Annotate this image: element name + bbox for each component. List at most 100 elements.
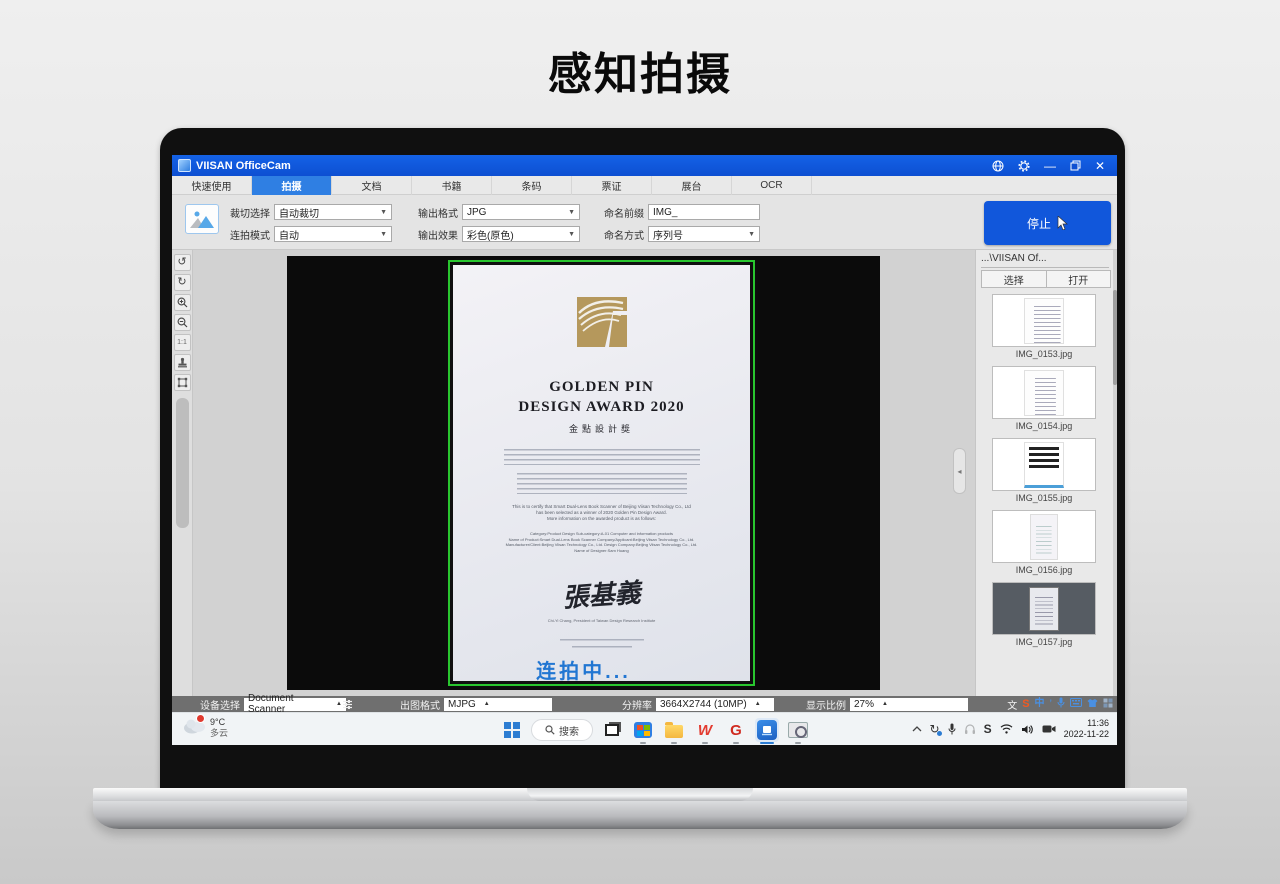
wps-icon[interactable]: W [693,718,717,742]
rotate-left-icon[interactable]: ↺ [174,254,191,271]
display-scale-dropdown[interactable]: 27%▲ [850,698,968,711]
stamp-icon[interactable] [174,354,191,371]
certificate-body-text: This is to certify that Smart Dual-Lens … [453,504,750,522]
tab-book[interactable]: 书籍 [412,176,492,195]
task-view-button[interactable] [600,718,624,742]
page-title: 感知拍摄 [0,38,1280,102]
thumbnail-image [1024,298,1064,344]
camera-app-icon[interactable] [786,718,810,742]
tab-bar: 快速使用 拍摄 文档 书籍 条码 票证 展台 OCR [172,176,1117,195]
resolution-label: 分辨率 [622,697,652,712]
sogou-ime-icon[interactable]: S [1022,699,1029,710]
thumbnail-scrollbar[interactable] [1113,250,1117,696]
officecam-app-icon[interactable] [755,718,779,742]
naming-mode-label: 命名方式 [604,227,644,242]
volume-icon[interactable] [1021,724,1034,735]
crop-select-icon[interactable] [174,374,191,391]
tray-chevron-up-icon[interactable] [912,726,922,732]
thumbnail-item[interactable]: IMG_0154.jpg [976,366,1112,431]
device-select-dropdown[interactable]: Document Scanner▲ [244,698,346,711]
file-side-panel: ...\VIISAN Of... 选择 打开 IMG_0153.jpg IMG_… [975,250,1117,696]
thumbnail-list: IMG_0153.jpg IMG_0154.jpg IMG_0155.jpg I… [976,294,1112,654]
tab-capture[interactable]: 拍摄 [252,176,332,195]
chevron-up-icon: ▲ [755,701,761,707]
zoom-in-icon[interactable] [174,294,191,311]
tab-ocr[interactable]: OCR [732,176,812,195]
ime-mic-icon[interactable] [1057,697,1065,711]
taskbar-weather-widget[interactable]: 9°C 多云 [182,717,228,739]
status-bar: 设备选择 Document Scanner▲ 出图格式 MJPG▲ 分辨率 36… [172,696,1117,712]
settings-gear-icon[interactable] [1018,160,1030,172]
weather-desc: 多云 [210,728,228,739]
system-tray: ↻ S 11:36 2022-11-22 [912,715,1109,743]
panel-collapse-handle[interactable]: ◂ [953,448,966,494]
ime-toolbox-icon[interactable] [1103,698,1113,711]
restore-icon[interactable] [1070,160,1081,171]
start-button[interactable] [500,718,524,742]
name-prefix-input[interactable]: IMG_ [648,204,760,220]
thumbnail-image [1030,514,1058,560]
thumbnail-filename: IMG_0153.jpg [976,349,1112,359]
certificate-title-cn: 金點設計獎 [453,422,750,435]
tab-document[interactable]: 文档 [332,176,412,195]
ime-mode-toggle[interactable]: 中 [1035,699,1045,709]
taskbar-clock[interactable]: 11:36 2022-11-22 [1064,718,1109,740]
chevron-down-icon: ▼ [742,231,755,238]
stream-format-label: 出图格式 [400,697,440,712]
tab-barcode[interactable]: 条码 [492,176,572,195]
capture-toolbar: 裁切选择 自动裁切▼ 连拍模式 自动▼ 输出格式 JPG▼ 输出效果 彩色(原色… [172,195,1117,250]
tray-sogou-icon[interactable]: S [984,722,992,736]
taskbar-search[interactable]: 搜索 [531,719,593,741]
language-globe-icon[interactable] [992,160,1004,172]
app-logo-icon [178,159,191,172]
thumbnail-item[interactable]: IMG_0155.jpg [976,438,1112,503]
output-effect-label: 输出效果 [418,227,458,242]
select-folder-button[interactable]: 选择 [981,270,1047,288]
display-scale-label: 显示比例 [806,697,846,712]
tab-booth[interactable]: 展台 [652,176,732,195]
resolution-dropdown[interactable]: 3664X2744 (10MP)▲ [656,698,774,711]
stream-format-dropdown[interactable]: MJPG▲ [444,698,552,711]
actual-size-icon[interactable]: 1:1 [174,334,191,351]
thumbnail-item[interactable]: IMG_0153.jpg [976,294,1112,359]
tab-ticket[interactable]: 票证 [572,176,652,195]
ime-skin-icon[interactable] [1087,698,1098,711]
close-icon[interactable]: ✕ [1095,160,1105,172]
open-folder-button[interactable]: 打开 [1047,270,1112,288]
g-app-icon[interactable]: G [724,718,748,742]
windows-desktop: VIISAN OfficeCam — ✕ 快速使用 拍摄 文档 书籍 条码 票证… [172,155,1117,745]
ime-punctuation-icon[interactable]: ’ [1050,699,1052,710]
burst-mode-label: 连拍模式 [230,227,270,242]
rotate-right-icon[interactable]: ↻ [174,274,191,291]
tray-mic-icon[interactable] [948,723,956,735]
tab-quick-use[interactable]: 快速使用 [172,176,252,195]
app-titlebar: VIISAN OfficeCam — ✕ [172,155,1117,176]
tray-headset-icon[interactable] [964,724,976,735]
file-explorer-icon[interactable] [662,718,686,742]
thumbnail-item-selected[interactable]: IMG_0157.jpg [976,582,1112,647]
chevron-down-icon: ▼ [374,209,387,216]
tray-camera-icon[interactable] [1042,724,1056,734]
zoom-out-icon[interactable] [174,314,191,331]
output-effect-dropdown[interactable]: 彩色(原色)▼ [462,226,580,242]
certificate-title-en-1: GOLDEN PIN [453,379,750,396]
burst-mode-dropdown[interactable]: 自动▼ [274,226,392,242]
thumbnail-item[interactable]: IMG_0156.jpg [976,510,1112,575]
golden-pin-logo [569,291,635,353]
status-end-label: 文 [1007,697,1017,712]
ime-keyboard-icon[interactable] [1070,698,1082,710]
device-settings-sliders-icon[interactable] [342,696,353,712]
wifi-icon[interactable] [1000,724,1013,734]
output-format-dropdown[interactable]: JPG▼ [462,204,580,220]
left-tool-strip: ↺ ↻ 1:1 [172,250,193,696]
crop-select-dropdown[interactable]: 自动裁切▼ [274,204,392,220]
camera-preview: GOLDEN PIN DESIGN AWARD 2020 金點設計獎 This … [193,250,975,696]
tool-strip-scrollbar[interactable] [176,398,189,528]
ime-toolbar: 文 S 中 ’ [1007,696,1115,712]
naming-mode-dropdown[interactable]: 序列号▼ [648,226,760,242]
store-icon[interactable] [631,718,655,742]
minimize-icon[interactable]: — [1044,160,1056,172]
sync-icon[interactable]: ↻ [930,722,940,736]
stop-button[interactable]: 停止 [984,201,1111,245]
chevron-down-icon: ▼ [562,209,575,216]
